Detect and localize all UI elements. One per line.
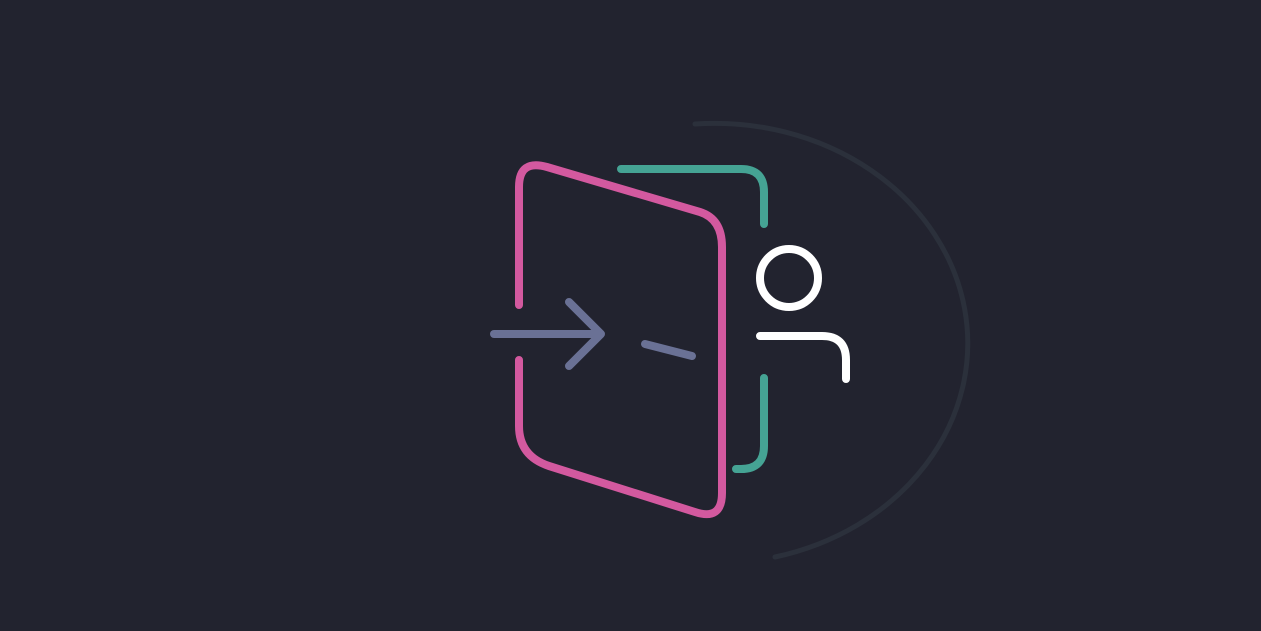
- login-illustration: [0, 0, 1261, 631]
- login-illustration-canvas: [0, 0, 1261, 631]
- background: [0, 0, 1261, 631]
